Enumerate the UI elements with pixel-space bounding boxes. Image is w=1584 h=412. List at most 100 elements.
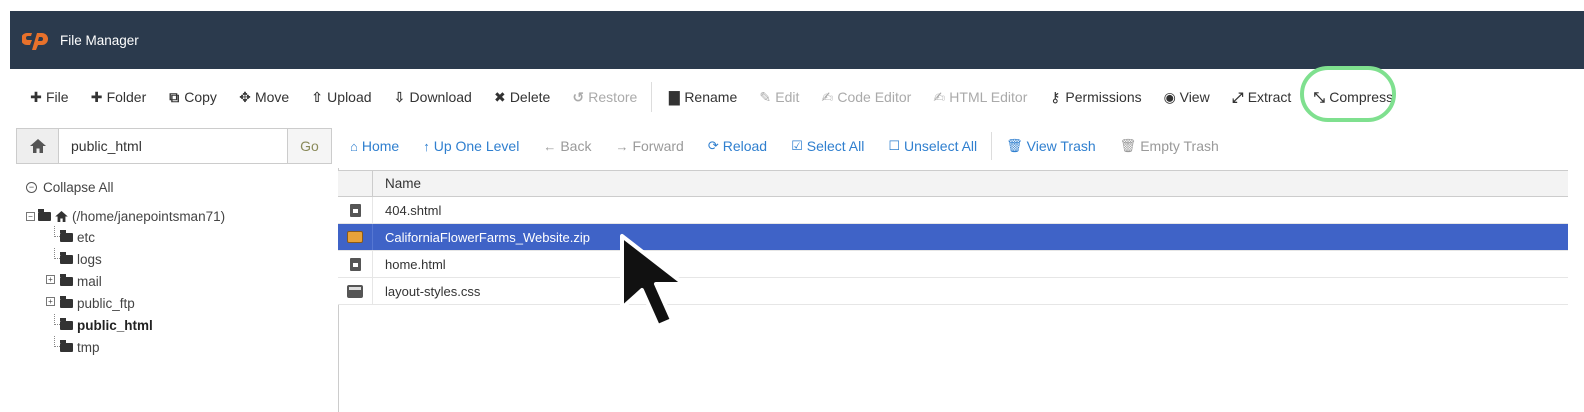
path-input[interactable] (59, 129, 287, 163)
checkbox-checked-icon: ☑ (791, 138, 803, 153)
arrow-left-icon: ← (543, 138, 557, 154)
upload-button[interactable]: ⇧ Upload (311, 89, 371, 106)
eye-icon: ◉ (1163, 88, 1176, 105)
permissions-button[interactable]: ⚷ Permissions (1049, 89, 1141, 106)
folder-icon (60, 251, 73, 264)
reload-icon: ⟳ (707, 138, 719, 153)
folder-icon (60, 317, 73, 330)
html-editor-button[interactable]: ✍ HTML Editor (933, 89, 1027, 106)
trash-icon: 🗑 (1006, 138, 1023, 153)
archive-icon (347, 231, 363, 243)
delete-button[interactable]: ✖ Delete (494, 89, 550, 106)
restore-button[interactable]: ↺ Restore (572, 89, 637, 106)
collapse-all-button[interactable]: − Collapse All (26, 180, 336, 195)
view-trash-button[interactable]: 🗑 View Trash (1006, 138, 1096, 154)
unselect-all-button[interactable]: ☐ Unselect All (888, 138, 977, 154)
restore-icon: ↺ (572, 88, 585, 105)
select-all-button[interactable]: ☑ Select All (791, 138, 864, 154)
folder-icon (60, 229, 73, 242)
forward-button[interactable]: → Forward (615, 138, 683, 154)
file-name: 404.shtml (385, 202, 442, 218)
app-header: File Manager (10, 11, 1584, 69)
file-name: home.html (385, 256, 446, 272)
file-icon: ▇ (668, 88, 680, 105)
file-table-header: Name (338, 170, 1568, 197)
edit-button[interactable]: ✎ Edit (759, 89, 799, 106)
copy-button[interactable]: ⧉ Copy (168, 89, 217, 106)
tree-item-tmp[interactable]: tmp (26, 336, 336, 358)
edit-icon: ✍ (933, 88, 946, 105)
empty-trash-button[interactable]: 🗑 Empty Trash (1120, 138, 1219, 154)
home-icon: ⌂ (350, 138, 358, 154)
new-folder-button[interactable]: ✚ Folder (91, 89, 147, 106)
top-strip (0, 0, 1584, 11)
folder-icon (60, 339, 73, 352)
expand-toggle-icon[interactable]: + (46, 275, 55, 284)
arrow-right-icon: → (615, 138, 629, 154)
navigation-bar: ⌂ Home ↑ Up One Level ← Back → Forward ⟳ Relo… (340, 128, 1584, 164)
directory-tree: − Collapse All − (/home/janepointsman71)… (26, 180, 336, 358)
tree-item-etc[interactable]: etc (26, 226, 336, 248)
download-button[interactable]: ⇩ Download (394, 89, 472, 106)
move-button[interactable]: ✥ Move (239, 89, 289, 106)
folder-icon (60, 295, 73, 308)
icon-column-header (338, 171, 373, 196)
tree-root[interactable]: − (/home/janepointsman71) (26, 209, 336, 224)
pencil-icon: ✎ (759, 88, 772, 105)
tree-item-mail[interactable]: + mail (26, 270, 336, 292)
compress-icon: ⤡ (1313, 88, 1325, 105)
file-manager-window: File Manager ✚ File ✚ Folder ⧉ Copy ✥ Move ⇧… (0, 0, 1584, 412)
reload-button[interactable]: ⟳ Reload (708, 138, 767, 154)
app-title: File Manager (60, 32, 139, 48)
go-button[interactable]: Go (287, 129, 331, 163)
edit-icon: ✍ (821, 88, 834, 105)
toolbar: ✚ File ✚ Folder ⧉ Copy ✥ Move ⇧ Upload ⇩ Downl… (10, 69, 1584, 125)
toolbar-divider (651, 82, 653, 112)
home-button[interactable]: ⌂ Home (350, 138, 399, 154)
expand-icon: ⤢ (1232, 88, 1244, 105)
checkbox-empty-icon: ☐ (888, 138, 900, 153)
file-icon (349, 257, 361, 271)
close-icon: ✖ (493, 88, 506, 105)
copy-icon: ⧉ (169, 88, 180, 105)
home-icon (55, 211, 68, 222)
move-icon: ✥ (239, 88, 251, 105)
view-button[interactable]: ◉ View (1164, 89, 1210, 106)
path-bar: Go (16, 128, 332, 164)
table-row[interactable]: layout-styles.css (338, 278, 1568, 305)
expand-toggle-icon[interactable]: + (46, 297, 55, 306)
home-path-button[interactable] (17, 129, 59, 163)
up-one-level-button[interactable]: ↑ Up One Level (423, 138, 519, 154)
tree-item-public-ftp[interactable]: + public_ftp (26, 292, 336, 314)
tree-item-logs[interactable]: logs (26, 248, 336, 270)
trash-icon: 🗑 (1119, 138, 1137, 153)
cpanel-logo-icon (22, 29, 56, 51)
upload-icon: ⇧ (311, 88, 324, 105)
table-row-selected[interactable]: CaliforniaFlowerFarms_Website.zip (338, 224, 1568, 251)
name-column-header[interactable]: Name (373, 176, 421, 191)
extract-button[interactable]: ⤢ Extract (1232, 88, 1291, 106)
new-file-button[interactable]: ✚ File (30, 88, 68, 106)
arrow-up-icon: ↑ (423, 138, 430, 154)
stylesheet-icon (347, 284, 363, 298)
key-icon: ⚷ (1050, 88, 1061, 105)
back-button[interactable]: ← Back (543, 138, 591, 154)
file-icon (349, 203, 361, 217)
code-editor-button[interactable]: ✍ Code Editor (821, 89, 911, 106)
minus-circle-icon: − (26, 182, 37, 193)
plus-icon: ✚ (90, 88, 103, 105)
file-name: CaliforniaFlowerFarms_Website.zip (385, 229, 590, 245)
home-icon (29, 139, 46, 153)
compress-button[interactable]: ⤡ Compress (1313, 89, 1393, 106)
table-row[interactable]: home.html (338, 251, 1568, 278)
folder-open-icon (38, 209, 51, 221)
download-icon: ⇩ (393, 88, 406, 105)
nav-divider (991, 132, 993, 160)
plus-icon: ✚ (30, 88, 42, 105)
table-row[interactable]: 404.shtml (338, 197, 1568, 224)
rename-button[interactable]: ▇ Rename (668, 89, 737, 106)
file-name: layout-styles.css (385, 283, 481, 299)
tree-item-public-html[interactable]: public_html (26, 314, 336, 336)
folder-icon (60, 273, 73, 286)
collapse-toggle-icon: − (26, 212, 35, 221)
